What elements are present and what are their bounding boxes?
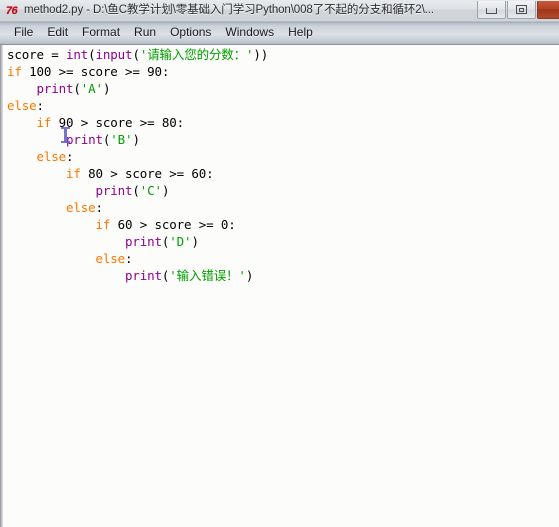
- code-token: 'C': [139, 183, 162, 198]
- code-token: if: [66, 166, 81, 181]
- fishc-app-icon: 76: [5, 4, 18, 17]
- minimize-icon: [486, 7, 497, 14]
- code-token: print: [125, 234, 162, 249]
- menu-item-windows[interactable]: Windows: [218, 23, 281, 43]
- menu-item-options[interactable]: Options: [163, 23, 218, 43]
- code-token: 'D': [169, 234, 192, 249]
- code-token: 'B': [110, 132, 133, 147]
- code-line: print('D'): [7, 234, 199, 249]
- code-line: print('A'): [7, 81, 111, 96]
- code-token: :: [66, 149, 74, 164]
- code-token: 80 > score >= 60:: [80, 166, 214, 181]
- menu-item-file[interactable]: File: [7, 23, 40, 43]
- menu-item-run[interactable]: Run: [127, 23, 163, 43]
- code-token: (: [132, 47, 140, 62]
- code-line: else:: [7, 98, 44, 113]
- code-token: input: [95, 47, 133, 62]
- code-token: (: [73, 81, 81, 96]
- code-token: else: [7, 98, 37, 113]
- code-token: if: [36, 115, 52, 130]
- code-line: if 90 > score >= 80:: [7, 115, 185, 130]
- code-token: if: [95, 217, 111, 232]
- code-token: 60 > score >= 0:: [110, 217, 236, 232]
- idle-editor-window: 76 method2.py - D:\鱼C教学计划\零基础入门学习Python\…: [0, 0, 559, 527]
- minimize-button[interactable]: [477, 1, 506, 19]
- code-token: else: [66, 200, 96, 215]
- code-token: print: [36, 81, 74, 96]
- code-token: int: [66, 47, 89, 62]
- code-line: print('B'): [7, 132, 140, 147]
- code-token: '请输入您的分数：': [139, 47, 254, 62]
- title-bar[interactable]: 76 method2.py - D:\鱼C教学计划\零基础入门学习Python\…: [0, 0, 559, 22]
- code-token: :: [36, 98, 45, 113]
- code-token: score =: [7, 47, 67, 62]
- code-token: else: [95, 251, 126, 266]
- code-token: ): [161, 183, 170, 198]
- window-title: method2.py - D:\鱼C教学计划\零基础入门学习Python\008…: [24, 4, 434, 16]
- source-code[interactable]: score = int(input('请输入您的分数：')) if 100 >=…: [7, 46, 268, 284]
- code-token: 'A': [80, 81, 103, 96]
- code-token: ): [245, 268, 254, 283]
- code-token: (: [132, 183, 140, 198]
- code-token: 90 > score >= 80:: [51, 115, 185, 130]
- code-token: 100 >= score >= 90:: [21, 64, 170, 79]
- window-controls: [477, 0, 559, 22]
- code-token: '输入错误！': [169, 268, 246, 283]
- menu-bar: File Edit Format Run Options Windows Hel…: [0, 22, 559, 45]
- editor-left-border: [0, 45, 3, 527]
- code-line: if 100 >= score >= 90:: [7, 64, 169, 79]
- code-line: if 60 > score >= 0:: [7, 217, 236, 232]
- maximize-button[interactable]: [507, 1, 536, 19]
- code-token: ): [191, 234, 199, 249]
- menu-item-format[interactable]: Format: [75, 23, 127, 43]
- code-token: ): [132, 132, 140, 147]
- menu-item-help[interactable]: Help: [281, 23, 320, 43]
- code-line: else:: [7, 251, 133, 266]
- code-token: :: [95, 200, 104, 215]
- code-line: else:: [7, 149, 74, 164]
- code-token: else: [36, 149, 67, 164]
- code-line: print('输入错误！'): [7, 268, 253, 283]
- menu-item-edit[interactable]: Edit: [40, 23, 75, 43]
- code-token: )): [253, 47, 269, 62]
- code-line: print('C'): [7, 183, 170, 198]
- code-line: score = int(input('请输入您的分数：')): [7, 47, 268, 62]
- code-token: print: [95, 183, 133, 198]
- code-editor[interactable]: score = int(input('请输入您的分数：')) if 100 >=…: [0, 45, 559, 527]
- close-button[interactable]: [537, 1, 559, 19]
- code-token: ): [102, 81, 111, 96]
- code-line: if 80 > score >= 60:: [7, 166, 214, 181]
- code-token: print: [125, 268, 162, 283]
- code-token: (: [88, 47, 96, 62]
- code-line: else:: [7, 200, 103, 215]
- maximize-icon: [516, 5, 527, 14]
- code-token: :: [125, 251, 133, 266]
- code-token: print: [66, 132, 103, 147]
- code-token: if: [7, 64, 22, 79]
